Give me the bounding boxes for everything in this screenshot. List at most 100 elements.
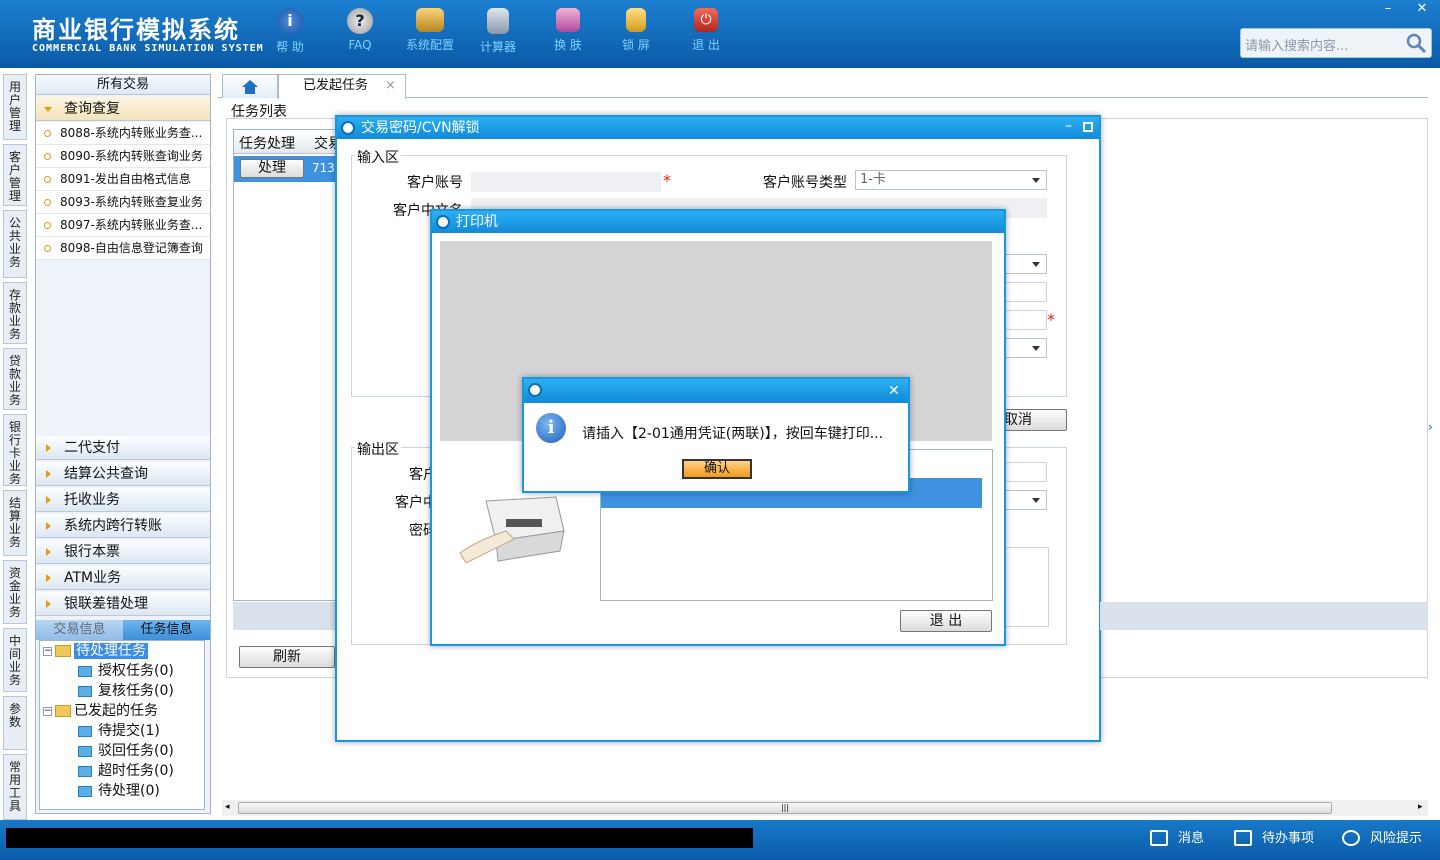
dialog-titlebar[interactable]: 交易密码/CVN解锁 – — [337, 117, 1099, 139]
table-row[interactable]: 处理 7132 — [234, 156, 343, 182]
tab-home[interactable] — [222, 74, 278, 98]
tree-node-initiated[interactable]: − 已发起的任务 — [43, 701, 204, 721]
tree-leaf[interactable]: 复核任务(0) — [78, 681, 204, 701]
refresh-button[interactable]: 刷新 — [239, 646, 335, 668]
list-item[interactable]: 8088-系统内转账业务查... — [36, 122, 210, 145]
sidebar-group[interactable]: 系统内跨行转账 — [36, 514, 210, 538]
unlock-select[interactable] — [1005, 338, 1047, 358]
risk-alert-button[interactable]: 风险提示 — [1342, 828, 1422, 850]
todo-button[interactable]: 待办事项 — [1234, 828, 1314, 850]
dialog-maximize-icon[interactable] — [1083, 122, 1093, 132]
printer-titlebar[interactable]: 打印机 — [432, 211, 1004, 233]
scroll-right-icon[interactable]: ▸ — [1418, 802, 1423, 812]
tab-task-info[interactable]: 任务信息 — [123, 620, 210, 640]
output-label-3: 密码 — [409, 523, 437, 539]
chevron-down-icon — [1032, 498, 1040, 503]
module-tab-7[interactable]: 资金业务 — [3, 560, 27, 624]
tree-leaf[interactable]: 授权任务(0) — [78, 661, 204, 681]
module-tab-4[interactable]: 贷款业务 — [3, 348, 27, 410]
bullet-icon — [44, 130, 51, 137]
payment-select[interactable] — [1005, 254, 1047, 274]
search-input[interactable]: 请输入搜索内容... — [1245, 35, 1348, 54]
sidebar-group[interactable]: 银联差错处理 — [36, 592, 210, 616]
module-tab-2[interactable]: 公共业务 — [3, 210, 27, 278]
task-grid: 任务处理 交易 处理 7132 — [233, 129, 343, 601]
app-icon — [528, 383, 542, 397]
scroll-left-icon[interactable]: ◂ — [225, 802, 230, 812]
expand-panel-icon[interactable]: › — [1428, 420, 1440, 460]
window-close-button[interactable]: ✕ — [1408, 0, 1436, 18]
chevron-down-icon — [44, 107, 52, 112]
tree-leaf[interactable]: 待处理(0) — [78, 781, 204, 801]
help-button[interactable]: i 帮 助 — [260, 8, 320, 64]
folder-icon — [55, 645, 71, 657]
status-message-area — [6, 828, 753, 848]
module-tab-8[interactable]: 中间业务 — [3, 628, 27, 692]
output-select[interactable] — [1005, 490, 1047, 510]
app-icon — [341, 121, 355, 135]
output-textarea — [1005, 547, 1049, 627]
module-tab-1[interactable]: 客户管理 — [3, 144, 27, 206]
confirm-button[interactable]: 确认 — [682, 459, 752, 479]
voucher-field[interactable] — [1005, 282, 1047, 302]
faq-button[interactable]: ? FAQ — [330, 8, 390, 64]
alert-titlebar[interactable]: ✕ — [524, 379, 908, 403]
scroll-thumb[interactable]: ||| — [238, 802, 1332, 814]
lock-screen-button[interactable]: 锁 屏 — [606, 8, 666, 64]
insert-voucher-alert: ✕ i 请插入【2-01通用凭证(两联)】，按回车键打印... 确认 — [522, 377, 910, 493]
messages-button[interactable]: 消息 — [1150, 828, 1204, 850]
tree-leaf[interactable]: 待提交(1) — [78, 721, 204, 741]
sidebar-group[interactable]: 托收业务 — [36, 488, 210, 512]
tree-node-pending[interactable]: − 待处理任务 — [43, 641, 204, 661]
module-tab-6[interactable]: 结算业务 — [3, 490, 27, 556]
required-marker: * — [1047, 310, 1055, 329]
chat-icon — [1342, 830, 1360, 846]
chevron-right-icon — [46, 600, 51, 608]
grid-footer-right — [1100, 602, 1428, 630]
tab-close-icon[interactable]: × — [385, 75, 396, 97]
process-button[interactable]: 处理 — [240, 159, 304, 178]
id-field[interactable] — [1005, 310, 1047, 330]
account-field[interactable] — [471, 172, 661, 192]
account-type-select[interactable]: 1-卡 — [855, 170, 1047, 190]
tab-transaction-info[interactable]: 交易信息 — [36, 620, 123, 640]
calculator-button[interactable]: 计算器 — [468, 8, 528, 64]
list-item[interactable]: 8098-自由信息登记簿查询 — [36, 237, 210, 260]
alert-close-icon[interactable]: ✕ — [888, 380, 900, 402]
sidebar-group[interactable]: 结算公共查询 — [36, 462, 210, 486]
collapse-icon[interactable]: − — [43, 646, 52, 656]
module-tab-3[interactable]: 存款业务 — [3, 282, 27, 344]
sidebar-group[interactable]: 二代支付 — [36, 436, 210, 460]
horizontal-scrollbar[interactable]: ◂ ||| ▸ — [222, 800, 1428, 816]
printer-exit-button[interactable]: 退 出 — [900, 610, 992, 632]
search-icon[interactable] — [1405, 32, 1427, 54]
minimize-button[interactable]: – — [1374, 0, 1402, 18]
group-query-reply[interactable]: 查询查复 — [36, 97, 210, 121]
sidebar-header[interactable]: 所有交易 — [36, 75, 210, 95]
list-item[interactable]: 8093-系统内转账查复业务 — [36, 191, 210, 214]
module-tab-9[interactable]: 参数 — [3, 696, 27, 750]
module-tab-5[interactable]: 银行卡业务 — [3, 414, 27, 486]
task-icon — [78, 745, 92, 757]
dialog-minimize-icon[interactable]: – — [1065, 115, 1072, 137]
bullet-icon — [44, 176, 51, 183]
sidebar-group[interactable]: ATM业务 — [36, 566, 210, 590]
tab-initiated-tasks[interactable]: 已发起任务 × — [278, 74, 406, 99]
exit-button[interactable]: ⏻ 退 出 — [676, 8, 736, 64]
tree-leaf[interactable]: 超时任务(0) — [78, 761, 204, 781]
sidebar-group[interactable]: 银行本票 — [36, 540, 210, 564]
list-item[interactable]: 8090-系统内转账查询业务 — [36, 145, 210, 168]
input-section-label: 输入区 — [355, 147, 401, 167]
tree-leaf[interactable]: 驳回任务(0) — [78, 741, 204, 761]
collapse-icon[interactable]: − — [43, 706, 52, 716]
cancel-button[interactable]: 取消 — [997, 409, 1067, 431]
chevron-down-icon — [1032, 178, 1040, 183]
list-item[interactable]: 8091-发出自由格式信息 — [36, 168, 210, 191]
module-tab-0[interactable]: 用户管理 — [3, 74, 27, 140]
skin-button[interactable]: 换 肤 — [538, 8, 598, 64]
list-item[interactable]: 8097-系统内转账业务查... — [36, 214, 210, 237]
system-config-button[interactable]: 系统配置 — [400, 8, 460, 64]
module-tab-10[interactable]: 常用工具 — [3, 754, 27, 820]
search-box[interactable]: 请输入搜索内容... — [1240, 28, 1432, 58]
folder-icon — [55, 705, 71, 717]
